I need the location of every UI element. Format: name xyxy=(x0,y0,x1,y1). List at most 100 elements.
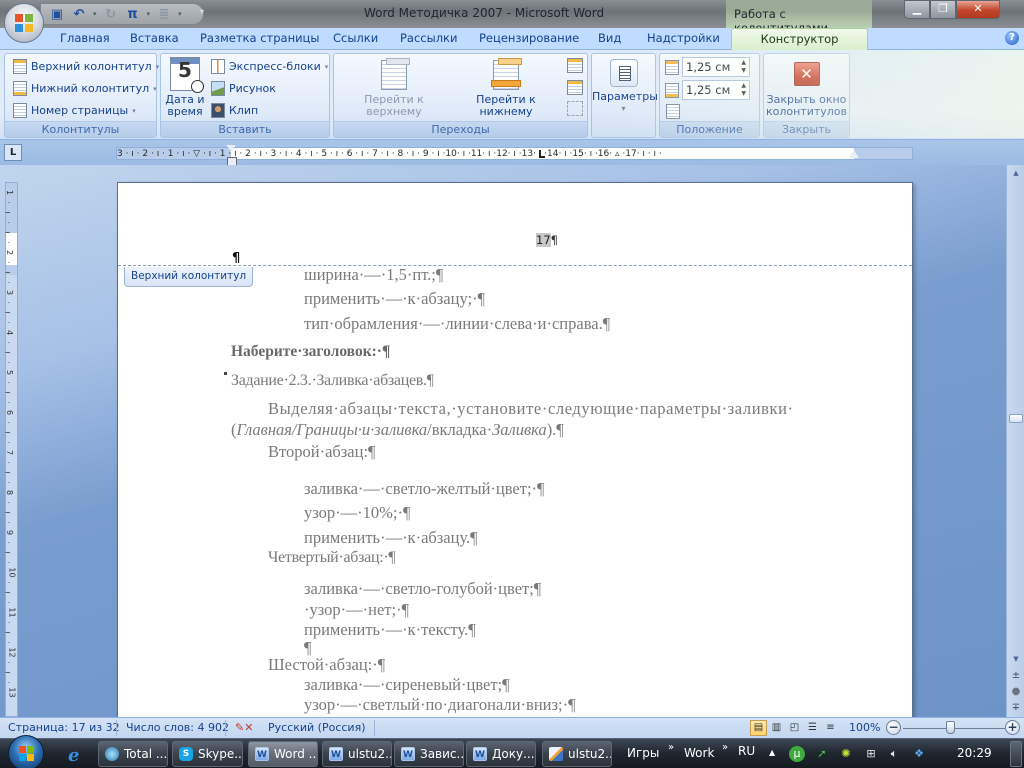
date-time-button[interactable]: 5 Дата и время xyxy=(165,57,205,118)
paragraph-align-icon[interactable]: ≣ xyxy=(156,6,172,22)
dropbox-icon[interactable]: ❖ xyxy=(911,746,927,762)
show-desktop-button[interactable] xyxy=(1010,741,1022,767)
footer-from-bottom-input[interactable]: 1,25 см ▲ ▼ xyxy=(682,80,750,100)
scroll-up-icon[interactable]: ▲ xyxy=(1009,169,1023,181)
proofing-errors-icon[interactable]: ✎✕ xyxy=(235,721,253,734)
doc-line[interactable]: Шестой·абзац:·¶ xyxy=(268,655,385,675)
restore-button[interactable]: ❐ xyxy=(930,0,956,19)
zoom-level[interactable]: 100% xyxy=(849,721,880,734)
tab-home[interactable]: Главная xyxy=(60,31,110,45)
doc-line[interactable]: узор·—·светлый·по·диагонали·вниз;·¶ xyxy=(304,695,576,715)
toolbar-games[interactable]: Игры xyxy=(627,746,659,760)
scroll-down-icon[interactable]: ▼ xyxy=(1009,655,1023,667)
quick-parts-button[interactable]: Экспресс-блоки ▾ xyxy=(211,59,328,74)
tab-design[interactable]: Конструктор xyxy=(731,28,868,50)
options-button[interactable]: Параметры ▾ xyxy=(592,56,658,115)
doc-task-title[interactable]: Задание·2.3.·Заливка·абзацев.¶ xyxy=(231,372,434,390)
zoom-slider-thumb[interactable] xyxy=(946,721,955,734)
zoom-in-button[interactable]: + xyxy=(1005,720,1020,735)
page-number-button[interactable]: Номер страницы ▾ xyxy=(13,103,136,118)
previous-page-icon[interactable]: ± xyxy=(1010,670,1022,681)
header-page-number[interactable]: 17¶ xyxy=(536,233,558,247)
web-layout-view-button[interactable]: ◰ xyxy=(786,720,803,736)
customize-qat-icon[interactable]: ▾ xyxy=(200,7,204,16)
equation-dropdown-icon[interactable]: ▾ xyxy=(147,10,151,18)
tab-page-layout[interactable]: Разметка страницы xyxy=(200,31,319,45)
vertical-ruler[interactable]: 1 · ı · ı · 2 · ı · 3 · ı · 4 · ı · 5 · ı · 6 · ı · 7 · ı · 8 · ı · 9 · ı · 10… xyxy=(4,182,18,717)
header-from-top-input[interactable]: 1,25 см ▲ ▼ xyxy=(682,57,750,77)
footer-button[interactable]: Нижний колонтитул ▾ xyxy=(13,81,157,96)
vertical-scrollbar[interactable]: ▲ ▼ ± ● ∓ xyxy=(1006,165,1024,717)
header-button[interactable]: Верхний колонтитул ▾ xyxy=(13,59,159,74)
help-icon[interactable]: ? xyxy=(1005,31,1019,45)
tab-view[interactable]: Вид xyxy=(598,31,621,45)
doc-line[interactable]: тип·обрамления·—·линии·слева·и·справа.¶ xyxy=(304,314,610,334)
doc-line[interactable]: ширина·—·1,5·пт.;¶ xyxy=(304,265,443,285)
undo-dropdown-icon[interactable]: ▾ xyxy=(93,10,97,18)
doc-line[interactable]: заливка·—·светло-голубой·цвет;¶ xyxy=(304,579,541,599)
picture-button[interactable]: Рисунок xyxy=(211,81,276,96)
scroll-thumb[interactable] xyxy=(1009,414,1023,423)
minimize-button[interactable]: ▁ xyxy=(904,0,930,19)
doc-line[interactable]: заливка·—·светло-желтый·цвет;·¶ xyxy=(304,479,545,499)
right-indent-marker[interactable] xyxy=(849,150,859,158)
word-count-status[interactable]: Число слов: 4 902 xyxy=(126,721,229,734)
clip-art-button[interactable]: Клип xyxy=(211,103,258,118)
doc-line[interactable]: ·узор·—·нет;·¶ xyxy=(304,600,409,620)
select-browse-object-icon[interactable]: ● xyxy=(1010,686,1022,697)
doc-line[interactable]: применить·—·к·тексту.¶ xyxy=(304,620,476,640)
doc-line[interactable]: узор·—·10%;·¶ xyxy=(304,503,410,523)
chevron-icon[interactable]: » xyxy=(722,742,728,753)
tab-references[interactable]: Ссылки xyxy=(333,31,378,45)
zoom-out-button[interactable]: − xyxy=(886,720,901,735)
internet-explorer-icon[interactable]: e xyxy=(68,745,79,766)
start-button[interactable] xyxy=(8,735,44,768)
page-count-status[interactable]: Страница: 17 из 32 xyxy=(8,721,120,734)
undo-icon[interactable]: ↶ xyxy=(71,6,87,22)
spinner-arrows-icon[interactable]: ▲ ▼ xyxy=(741,59,746,75)
antivirus-icon[interactable]: ✺ xyxy=(838,746,854,762)
taskbar-item[interactable]: S Skype... xyxy=(172,741,243,767)
goto-footer-button[interactable]: Перейти к нижнему колонтитулу xyxy=(450,58,562,130)
utorrent-icon[interactable]: µ xyxy=(789,746,805,762)
tab-selector-button[interactable]: L xyxy=(4,144,22,161)
tab-addins[interactable]: Надстройки xyxy=(647,31,720,45)
document-page[interactable]: 17¶ ¶ Верхний колонтитул ширина·—·1,5·пт… xyxy=(117,182,913,717)
next-section-icon[interactable] xyxy=(567,80,583,95)
volume-icon[interactable]: 🔈︎ xyxy=(886,746,902,762)
doc-line[interactable]: Выделяя·абзацы·текста,·установите·следую… xyxy=(268,399,794,419)
taskbar-item-active[interactable]: W Word ... xyxy=(248,741,318,767)
equation-icon[interactable]: π xyxy=(125,6,141,22)
doc-line[interactable]: применить·—·к·абзацу.¶ xyxy=(304,528,478,548)
taskbar-item[interactable]: ulstu2... xyxy=(542,741,612,767)
tab-insert[interactable]: Вставка xyxy=(130,31,179,45)
tab-stop-marker[interactable] xyxy=(539,150,545,158)
link-to-previous-icon[interactable] xyxy=(567,101,583,116)
doc-path-line[interactable]: (Главная/Границы·и·заливка/вкладка·Залив… xyxy=(231,420,564,440)
doc-line[interactable]: Четвертый·абзац:·¶ xyxy=(268,549,396,567)
doc-line[interactable]: заливка·—·сиреневый·цвет;¶ xyxy=(304,675,510,695)
close-header-footer-button[interactable]: ✕ Закрыть окно колонтитулов xyxy=(764,56,849,118)
usb-device-icon[interactable]: ➚ xyxy=(814,746,830,762)
office-button[interactable] xyxy=(4,3,44,43)
full-screen-reading-view-button[interactable]: ▥ xyxy=(768,720,785,736)
network-icon[interactable]: ⊞ xyxy=(863,746,879,762)
show-hidden-icons[interactable]: ▲ xyxy=(769,748,775,757)
previous-section-icon[interactable] xyxy=(567,58,583,73)
chevron-icon[interactable]: » xyxy=(668,742,674,753)
first-line-indent-marker[interactable] xyxy=(226,145,237,166)
zoom-slider-track[interactable] xyxy=(903,728,1011,729)
spinner-arrows-icon[interactable]: ▲ ▼ xyxy=(741,82,746,98)
taskbar-item[interactable]: Total ... xyxy=(98,741,168,767)
doc-heading[interactable]: Наберите·заголовок:·¶ xyxy=(231,343,390,361)
redo-icon[interactable]: ↻ xyxy=(103,6,119,22)
print-layout-view-button[interactable]: ▤ xyxy=(750,720,767,736)
next-page-icon[interactable]: ∓ xyxy=(1010,702,1022,713)
draft-view-button[interactable]: ≡ xyxy=(822,720,839,736)
toolbar-work[interactable]: Work xyxy=(684,746,714,760)
save-icon[interactable]: ▣ xyxy=(49,6,65,22)
language-status[interactable]: Русский (Россия) xyxy=(268,721,366,734)
doc-line[interactable]: Второй·абзац:¶ xyxy=(268,442,376,462)
align-dropdown-icon[interactable]: ▾ xyxy=(178,10,182,18)
outline-view-button[interactable]: ☰ xyxy=(804,720,821,736)
